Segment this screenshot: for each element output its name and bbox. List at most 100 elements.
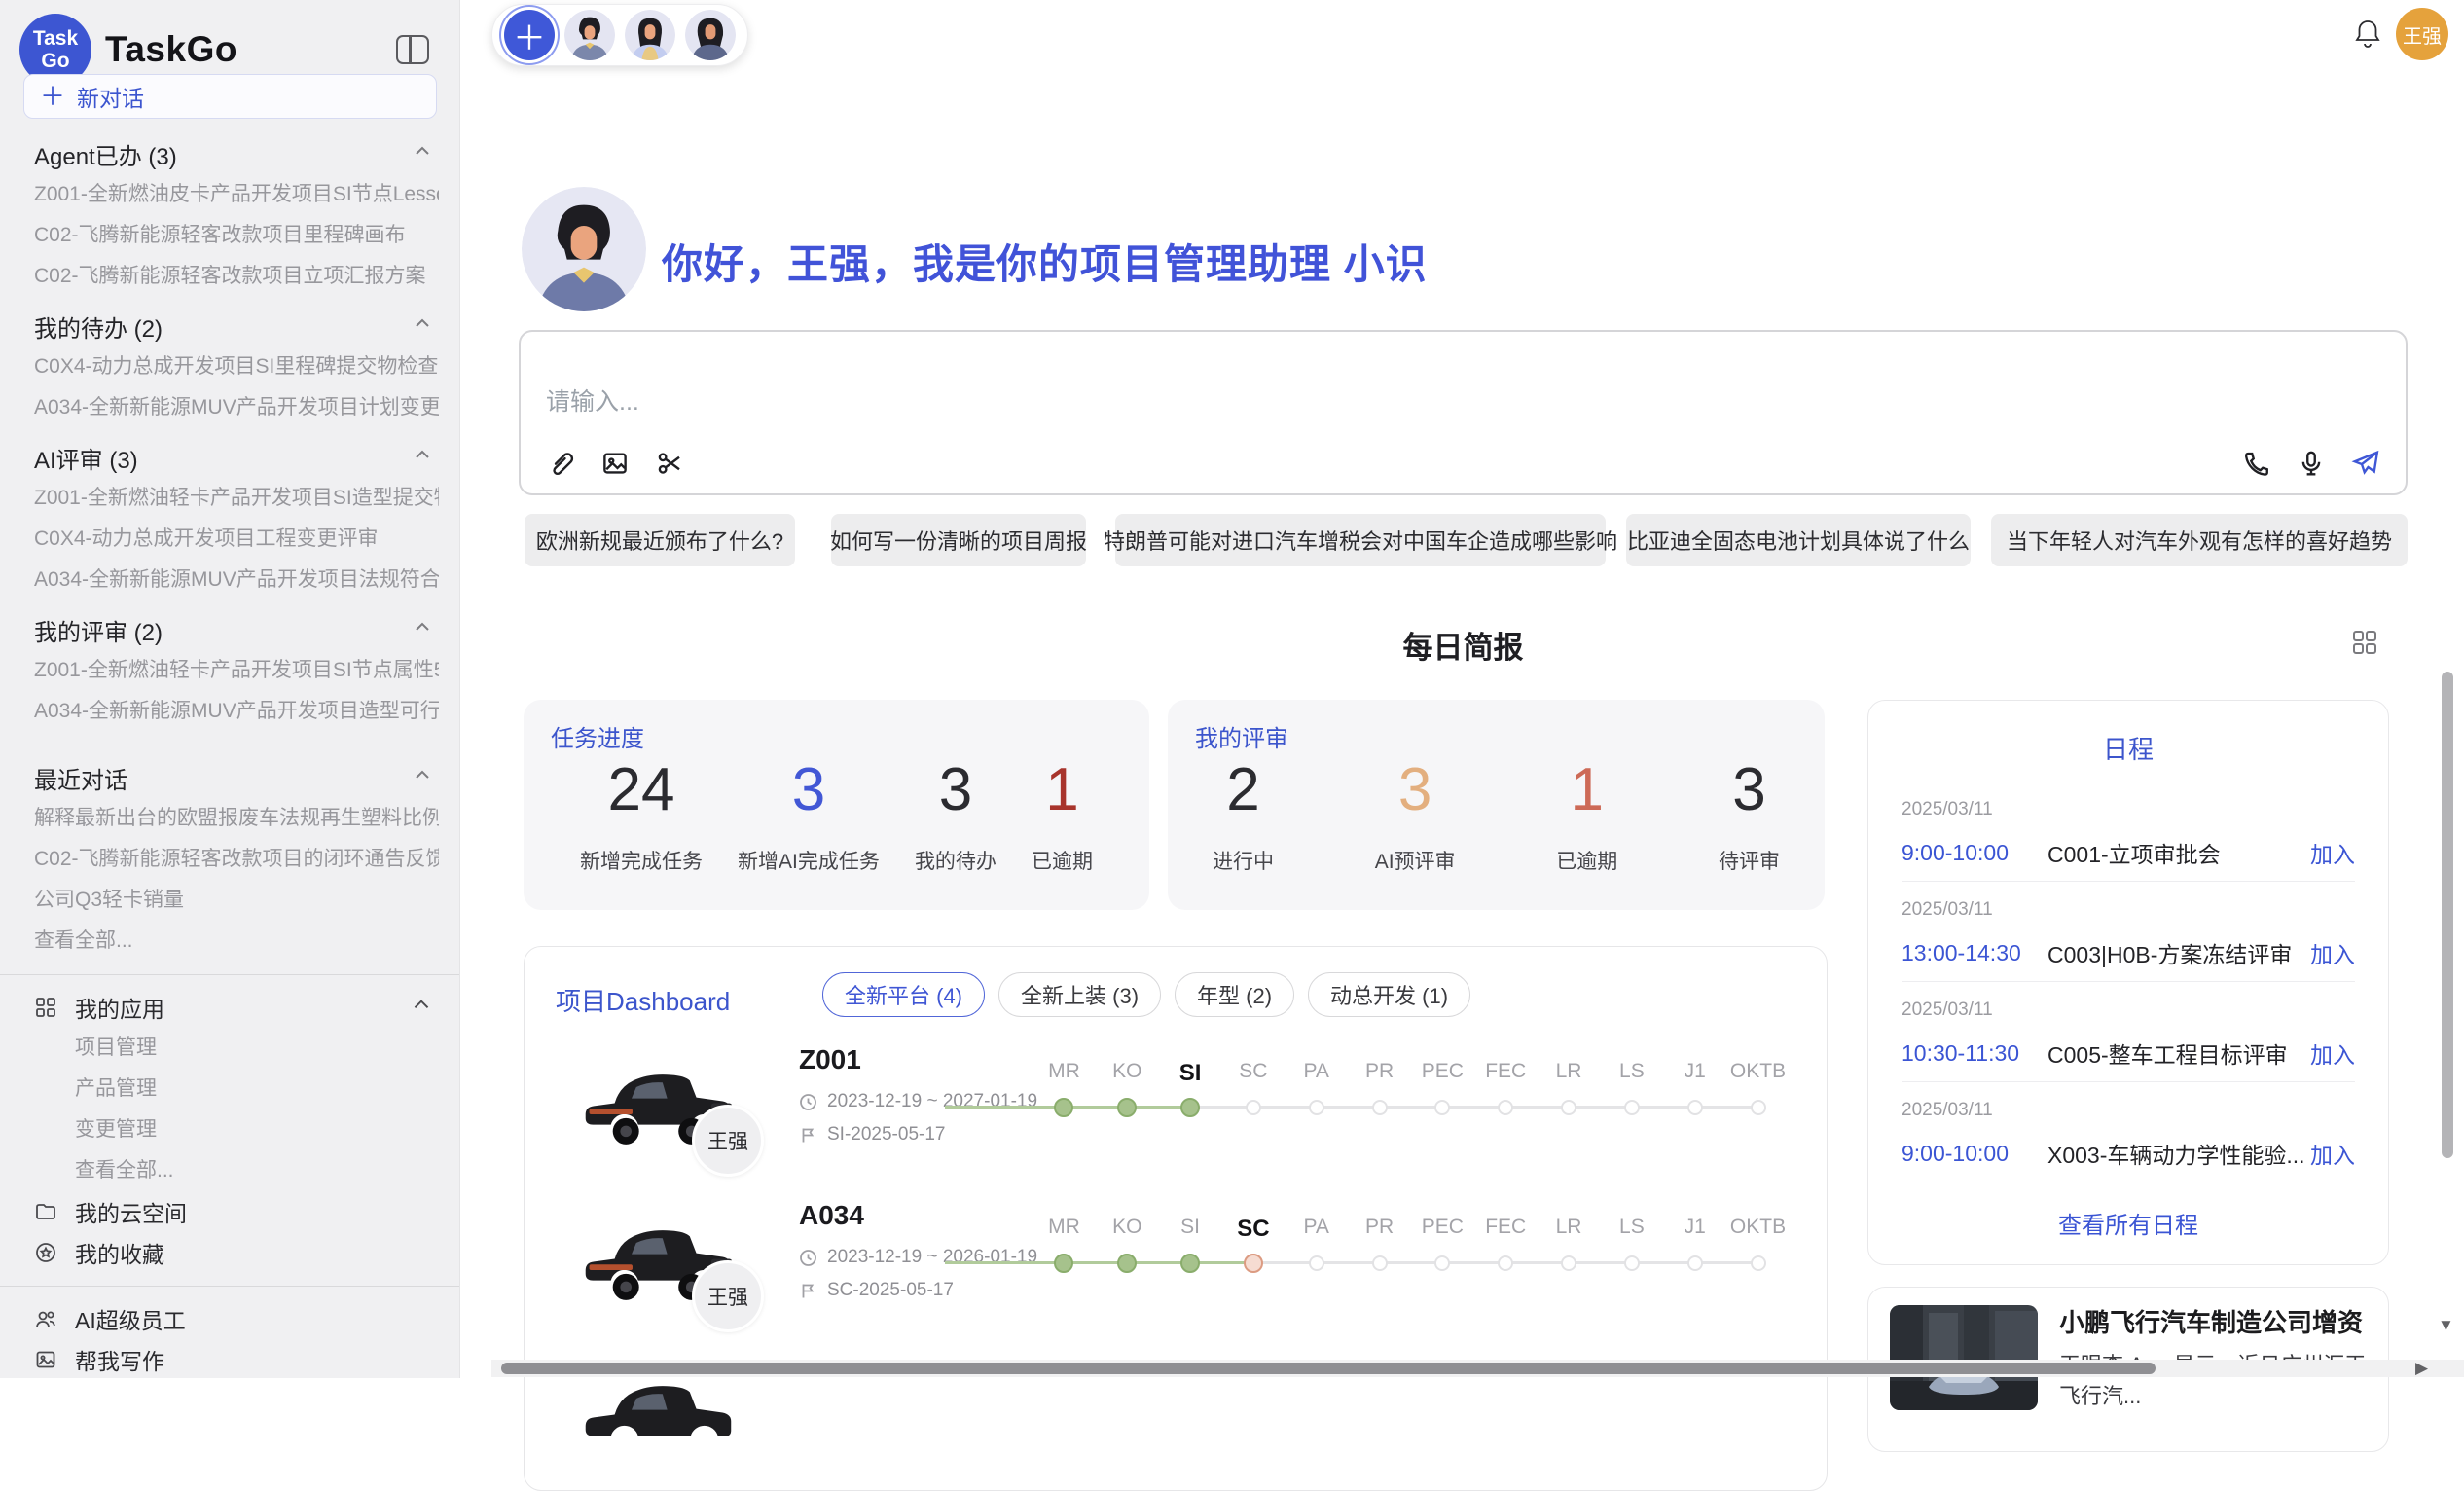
suggestion-chip[interactable]: 特朗普可能对进口汽车增税会对中国车企造成哪些影响	[1115, 514, 1606, 566]
dates-text: 2023-12-19 ~ 2027-01-19	[827, 1091, 1037, 1112]
list-item[interactable]: Z001-全新燃油轻卡产品开发项目SI节点属性5D文件评审	[34, 650, 439, 691]
sidebar-item-my-cloud[interactable]: 我的云空间	[34, 1191, 439, 1232]
stat-new-done: 24 新增完成任务	[580, 754, 703, 875]
schedule-list: 2025/03/11 9:00-10:00 C001-立项审批会 加入 2025…	[1868, 782, 2388, 1182]
news-image	[1890, 1305, 2038, 1410]
avatar[interactable]	[685, 10, 736, 60]
add-agent-button[interactable]: ＋	[504, 10, 555, 60]
chevron-up-icon[interactable]	[412, 616, 433, 644]
view-all-recent[interactable]: 查看全部...	[34, 921, 439, 962]
list-item[interactable]: C02-飞腾新能源轻客改款项目的闭环通告反馈情况	[34, 839, 439, 880]
list-item[interactable]: C02-飞腾新能源轻客改款项目里程碑画布	[34, 215, 439, 256]
stat-new-ai-done: 3 新增AI完成任务	[738, 754, 880, 875]
chevron-up-icon[interactable]	[410, 993, 433, 1022]
agent-quick-bar: ＋	[491, 4, 748, 66]
join-link[interactable]: 加入	[2310, 936, 2355, 969]
list-item[interactable]: C0X4-动力总成开发项目工程变更评审	[34, 519, 439, 560]
attachment-icon[interactable]	[546, 449, 575, 478]
tab-new-body[interactable]: 全新上装 (3)	[998, 972, 1161, 1017]
schedule-event: 2025/03/11 13:00-14:30 C003|H0B-方案冻结评审 加…	[1902, 882, 2355, 982]
message-input[interactable]	[546, 388, 1519, 417]
section-title: 我的评审 (2)	[34, 613, 163, 647]
event-time: 9:00-10:00	[1902, 840, 2047, 866]
clock-icon	[799, 1093, 817, 1111]
horizontal-scrollbar-thumb[interactable]	[501, 1363, 2156, 1374]
assistant-avatar	[522, 187, 646, 311]
section-title: 最近对话	[34, 761, 127, 795]
user-avatar[interactable]: 王强	[2396, 8, 2448, 60]
event-date: 2025/03/11	[1902, 1100, 2355, 1121]
section-title: Agent已办 (3)	[34, 137, 177, 171]
chevron-up-icon[interactable]	[412, 764, 433, 792]
sidebar-list: Agent已办 (3) Z001-全新燃油皮卡产品开发项目SI节点Lesson …	[0, 125, 460, 1378]
view-all-apps[interactable]: 查看全部...	[34, 1150, 439, 1191]
send-icon[interactable]	[2351, 449, 2380, 478]
section-header-my-review[interactable]: 我的评审 (2)	[34, 609, 439, 650]
list-item[interactable]: A034-全新新能源MUV产品开发项目计划变更表编写	[34, 387, 439, 428]
scroll-down-arrow-icon[interactable]: ▼	[2438, 1316, 2454, 1335]
tab-model-year[interactable]: 年型 (2)	[1175, 972, 1294, 1017]
sidebar-item-product-mgmt[interactable]: 产品管理	[34, 1069, 439, 1109]
event-time: 9:00-10:00	[1902, 1141, 2047, 1167]
list-item[interactable]: A034-全新新能源MUV产品开发项目造型可行性评审	[34, 691, 439, 732]
stat-label: 进行中	[1213, 846, 1274, 875]
list-item[interactable]: 解释最新出台的欧盟报废车法规再生塑料比例被调至15%...	[34, 798, 439, 839]
sidebar-item-change-mgmt[interactable]: 变更管理	[34, 1109, 439, 1150]
project-row[interactable]: 王强 A034 2023-12-19 ~ 2026-01-19 SC-2025-…	[525, 1192, 1828, 1348]
image-upload-icon[interactable]	[600, 449, 630, 478]
sidebar-item-my-apps[interactable]: 我的应用	[34, 987, 439, 1028]
logo-text-top: Task	[33, 27, 78, 50]
join-link[interactable]: 加入	[2310, 1036, 2355, 1070]
list-item[interactable]: A034-全新新能源MUV产品开发项目法规符合性评审	[34, 560, 439, 600]
project-dates: 2023-12-19 ~ 2027-01-19	[799, 1091, 1037, 1112]
view-all-schedule-link[interactable]: 查看所有日程	[1868, 1206, 2388, 1240]
sidebar-collapse-icon[interactable]	[396, 35, 429, 64]
section-title: 我的待办 (2)	[34, 309, 163, 344]
folder-icon	[34, 1200, 57, 1223]
layout-grid-icon[interactable]	[2351, 629, 2378, 656]
list-item[interactable]: Z001-全新燃油轻卡产品开发项目SI造型提交物评审	[34, 478, 439, 519]
event-time: 10:30-11:30	[1902, 1040, 2047, 1067]
new-chat-button[interactable]: ＋ 新对话	[23, 74, 437, 119]
tab-powertrain[interactable]: 动总开发 (1)	[1308, 972, 1470, 1017]
scroll-right-arrow-icon[interactable]: ▶	[2415, 1359, 2428, 1378]
sidebar-item-ai-super-staff[interactable]: AI超级员工	[34, 1298, 439, 1339]
list-item[interactable]: C02-飞腾新能源轻客改款项目立项汇报方案	[34, 256, 439, 297]
vertical-scrollbar-thumb[interactable]	[2442, 672, 2453, 1158]
suggestion-chip[interactable]: 当下年轻人对汽车外观有怎样的喜好趋势	[1991, 514, 2408, 566]
screenshot-scissors-icon[interactable]	[655, 449, 684, 478]
chevron-up-icon[interactable]	[412, 312, 433, 341]
schedule-title: 日程	[1868, 730, 2388, 766]
notification-bell-icon[interactable]	[2353, 18, 2382, 51]
section-header-my-todo[interactable]: 我的待办 (2)	[34, 306, 439, 346]
section-header-recent-chats[interactable]: 最近对话	[34, 757, 439, 798]
stat-my-todo: 3 我的待办	[915, 754, 996, 875]
phone-call-icon[interactable]	[2242, 449, 2271, 478]
join-link[interactable]: 加入	[2310, 1137, 2355, 1170]
section-header-ai-review[interactable]: AI评审 (3)	[34, 437, 439, 478]
sidebar-item-label: AI超级员工	[75, 1302, 186, 1335]
schedule-event: 2025/03/11 9:00-10:00 C001-立项审批会 加入	[1902, 782, 2355, 882]
avatar[interactable]	[625, 10, 675, 60]
sidebar-item-my-favorites[interactable]: 我的收藏	[34, 1232, 439, 1273]
list-item[interactable]: C0X4-动力总成开发项目SI里程碑提交物检查	[34, 346, 439, 387]
sidebar-item-project-mgmt[interactable]: 项目管理	[34, 1028, 439, 1069]
project-code: A034	[799, 1200, 864, 1231]
suggestion-chip[interactable]: 欧洲新规最近颁布了什么?	[525, 514, 795, 566]
suggestion-chip[interactable]: 如何写一份清晰的项目周报	[831, 514, 1086, 566]
my-review-card: 我的评审 2 进行中 3 AI预评审 1 已逾期 3 待评审	[1168, 700, 1825, 910]
project-row[interactable]: 王强 Z001 2023-12-19 ~ 2027-01-19 SI-2025-…	[525, 1036, 1828, 1192]
suggestion-chip[interactable]: 比亚迪全固态电池计划具体说了什么	[1626, 514, 1971, 566]
list-item[interactable]: 公司Q3轻卡销量	[34, 880, 439, 921]
section-header-agent-done[interactable]: Agent已办 (3)	[34, 133, 439, 174]
join-link[interactable]: 加入	[2310, 836, 2355, 869]
microphone-icon[interactable]	[2297, 449, 2326, 478]
tab-new-platform[interactable]: 全新平台 (4)	[822, 972, 985, 1017]
list-item[interactable]: Z001-全新燃油皮卡产品开发项目SI节点Lesson Learn报告	[34, 174, 439, 215]
chevron-up-icon[interactable]	[412, 444, 433, 472]
avatar[interactable]	[564, 10, 615, 60]
sidebar-item-label: 帮我写作	[75, 1343, 164, 1376]
sidebar-item-help-me-write[interactable]: 帮我写作	[34, 1339, 439, 1378]
chevron-up-icon[interactable]	[412, 140, 433, 168]
stat-review-overdue: 1 已逾期	[1556, 754, 1617, 875]
